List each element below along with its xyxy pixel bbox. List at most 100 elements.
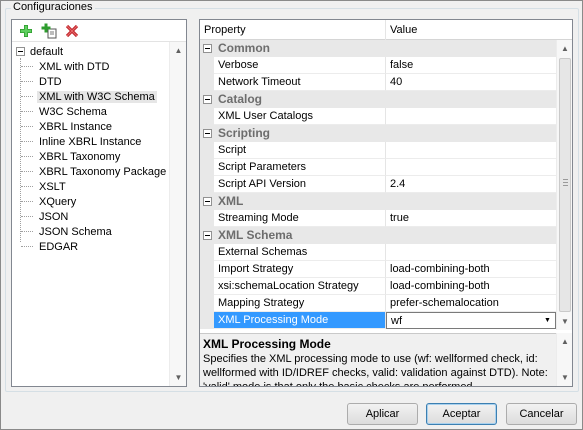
property-row[interactable]: Script API Version 2.4 — [200, 176, 556, 193]
row-gutter — [200, 261, 214, 278]
property-row[interactable]: Mapping Strategy prefer-schemalocation — [200, 295, 556, 312]
tree-item[interactable]: XML with W3C Schema — [21, 89, 157, 104]
property-row[interactable]: Streaming Mode true — [200, 210, 556, 227]
description-text: Specifies the XML processing mode to use… — [203, 353, 548, 386]
scroll-down-arrow-icon[interactable]: ▼ — [557, 313, 573, 330]
tree-connector — [21, 111, 33, 112]
property-row[interactable]: XML User Catalogs — [200, 108, 556, 125]
property-category[interactable]: Common — [200, 40, 556, 57]
configurations-tree: default XML with DTD DTD XML with W3C Sche… — [12, 44, 174, 386]
scroll-down-arrow-icon[interactable]: ▼ — [170, 369, 187, 386]
tree-item[interactable]: XBRL Taxonomy Package — [21, 164, 168, 179]
category-label: XML — [218, 194, 244, 208]
group-title: Configuraciones — [11, 1, 95, 13]
column-header-property[interactable]: Property — [200, 20, 386, 40]
property-category[interactable]: Scripting — [200, 125, 556, 142]
tree-item-label: XML with W3C Schema — [37, 90, 157, 103]
tree-item-label: JSON — [39, 210, 69, 223]
property-row[interactable]: Script Parameters — [200, 159, 556, 176]
property-value[interactable] — [386, 244, 556, 261]
category-label: XML Schema — [218, 228, 293, 242]
description-title: XML Processing Mode — [203, 337, 331, 351]
property-value[interactable]: true — [386, 210, 556, 227]
scroll-up-arrow-icon[interactable]: ▲ — [557, 333, 573, 350]
property-row[interactable]: xsi:schemaLocation Strategy load-combinin… — [200, 278, 556, 295]
property-row[interactable]: Verbose false — [200, 57, 556, 74]
property-category[interactable]: XML Schema — [200, 227, 556, 244]
property-row[interactable]: XML Processing Mode wf ▼ — [200, 312, 556, 329]
description-scrollbar[interactable]: ▲ ▼ — [556, 333, 572, 386]
duplicate-configuration-button[interactable] — [41, 23, 57, 39]
property-value[interactable] — [386, 142, 556, 159]
collapse-icon[interactable] — [203, 129, 212, 138]
dropdown-arrow-icon[interactable]: ▼ — [541, 314, 554, 327]
delete-configuration-button[interactable] — [64, 23, 80, 39]
property-grid-scrollbar[interactable]: ▲ ▼ — [556, 40, 572, 330]
tree-item[interactable]: XBRL Taxonomy — [21, 149, 122, 164]
tree-root-default[interactable]: default — [16, 44, 63, 59]
scroll-up-arrow-icon[interactable]: ▲ — [170, 42, 187, 59]
category-label: Scripting — [218, 126, 271, 140]
collapse-icon[interactable] — [203, 231, 212, 240]
collapse-icon[interactable] — [203, 197, 212, 206]
property-value[interactable]: load-combining-both — [386, 278, 556, 295]
row-gutter — [200, 159, 214, 176]
tree-item-label: XBRL Instance — [39, 120, 112, 133]
column-header-value[interactable]: Value — [386, 20, 572, 40]
row-gutter — [200, 210, 214, 227]
property-value[interactable]: 40 — [386, 74, 556, 91]
property-value-combobox[interactable]: wf ▼ — [386, 312, 556, 329]
row-gutter — [200, 108, 214, 125]
property-row[interactable]: Script — [200, 142, 556, 159]
scroll-up-arrow-icon[interactable]: ▲ — [557, 40, 573, 57]
tree-item[interactable]: JSON Schema — [21, 224, 114, 239]
scroll-down-arrow-icon[interactable]: ▼ — [557, 369, 573, 386]
tree-item[interactable]: EDGAR — [21, 239, 80, 254]
tree-connector — [21, 186, 33, 187]
tree-item-label: DTD — [39, 75, 62, 88]
property-value[interactable]: 2.4 — [386, 176, 556, 193]
property-category[interactable]: Catalog — [200, 91, 556, 108]
accept-button[interactable]: Aceptar — [426, 403, 497, 425]
tree-item[interactable]: XSLT — [21, 179, 68, 194]
property-row[interactable]: Network Timeout 40 — [200, 74, 556, 91]
collapse-icon[interactable] — [203, 44, 212, 53]
property-value[interactable]: load-combining-both — [386, 261, 556, 278]
tree-item[interactable]: XBRL Instance — [21, 119, 114, 134]
configurations-tree-panel: default XML with DTD DTD XML with W3C Sche… — [11, 19, 187, 387]
row-gutter — [200, 295, 214, 312]
property-category[interactable]: XML — [200, 193, 556, 210]
property-value-text: load-combining-both — [390, 263, 490, 275]
cancel-button[interactable]: Cancelar — [506, 403, 577, 425]
row-gutter — [200, 176, 214, 193]
property-value[interactable] — [386, 108, 556, 125]
property-row[interactable]: External Schemas — [200, 244, 556, 261]
property-value[interactable] — [386, 159, 556, 176]
tree-connector — [21, 66, 33, 67]
property-value[interactable]: false — [386, 57, 556, 74]
tree-item-label: XBRL Taxonomy — [39, 150, 121, 163]
collapse-icon[interactable] — [203, 95, 212, 104]
tree-connector — [21, 96, 33, 97]
collapse-icon[interactable] — [16, 47, 25, 56]
tree-item[interactable]: Inline XBRL Instance — [21, 134, 143, 149]
property-row[interactable]: Import Strategy load-combining-both — [200, 261, 556, 278]
tree-item-label: XQuery — [39, 195, 77, 208]
scrollbar-thumb[interactable] — [559, 58, 571, 312]
row-gutter — [200, 312, 214, 329]
property-value[interactable]: prefer-schemalocation — [386, 295, 556, 312]
property-grid-body: Common Verbose false Network Timeout 40 Catal… — [200, 40, 556, 330]
tree-connector — [21, 231, 33, 232]
row-gutter — [200, 57, 214, 74]
tree-item[interactable]: W3C Schema — [21, 104, 109, 119]
tree-item[interactable]: JSON — [21, 209, 70, 224]
add-plus-icon — [20, 25, 32, 37]
apply-button[interactable]: Aplicar — [347, 403, 418, 425]
tree-connector — [21, 126, 33, 127]
tree-vertical-scrollbar[interactable]: ▲ ▼ — [169, 42, 186, 386]
tree-item[interactable]: XQuery — [21, 194, 78, 209]
add-configuration-button[interactable] — [18, 23, 34, 39]
tree-item[interactable]: DTD — [21, 74, 64, 89]
tree-item[interactable]: XML with DTD — [21, 59, 112, 74]
property-name: Import Strategy — [214, 261, 386, 278]
